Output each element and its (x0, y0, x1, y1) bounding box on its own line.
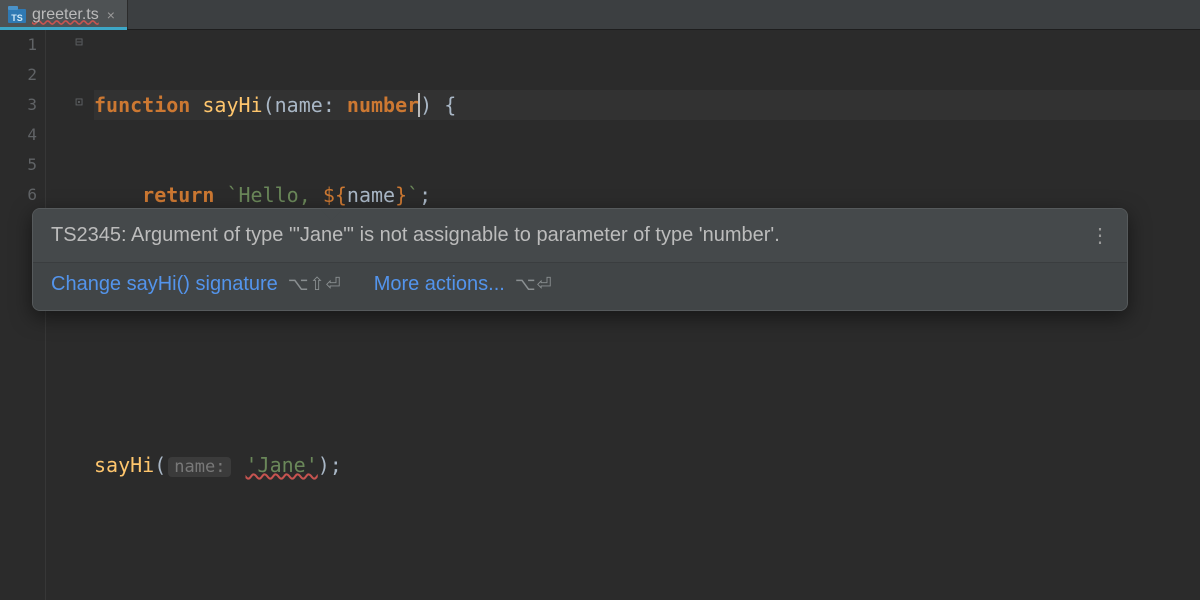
code-area[interactable]: function sayHi(name: number) { return `H… (94, 30, 1200, 600)
tab-bar: TS greeter.ts × (0, 0, 1200, 30)
keyboard-shortcut: ⌥⏎ (515, 274, 553, 295)
code-line: function sayHi(name: number) { (94, 90, 1200, 120)
error-message: TS2345: Argument of type '"Jane"' is not… (51, 224, 1084, 247)
tooltip-actions: Change sayHi() signature ⌥⇧⏎ More action… (33, 263, 1127, 310)
svg-text:TS: TS (11, 13, 23, 23)
change-signature-action[interactable]: Change sayHi() signature ⌥⇧⏎ (51, 273, 342, 296)
more-actions-action[interactable]: More actions... ⌥⏎ (374, 273, 553, 296)
action-label: Change sayHi() signature (51, 273, 278, 296)
more-options-icon[interactable]: ⋮ (1084, 223, 1115, 248)
code-editor[interactable]: 1 2 3 4 5 6 ⊟ ⊡ function sayHi(name: num… (0, 30, 1200, 600)
code-line (94, 540, 1200, 570)
file-tab-greeter[interactable]: TS greeter.ts × (0, 0, 128, 29)
tooltip-header: TS2345: Argument of type '"Jane"' is not… (33, 209, 1127, 263)
action-label: More actions... (374, 273, 505, 296)
keyboard-shortcut: ⌥⇧⏎ (288, 274, 342, 295)
error-tooltip: TS2345: Argument of type '"Jane"' is not… (32, 208, 1128, 311)
line-number: 1 (0, 30, 37, 60)
inlay-hint: name: (168, 457, 231, 477)
close-tab-icon[interactable]: × (105, 7, 117, 23)
typescript-file-icon: TS (8, 6, 26, 24)
code-line: return `Hello, ${name}`; (94, 180, 1200, 210)
line-number: 6 (0, 180, 37, 210)
code-line: sayHi(name: 'Jane'); (94, 450, 1200, 480)
line-number: 3 (0, 90, 37, 120)
fold-column: ⊟ ⊡ (46, 30, 94, 600)
code-line (94, 360, 1200, 390)
line-number: 2 (0, 60, 37, 90)
line-number: 5 (0, 150, 37, 180)
fold-open-icon[interactable]: ⊟ (72, 36, 86, 50)
error-squiggle: 'Jane' (246, 453, 318, 477)
line-number: 4 (0, 120, 37, 150)
fold-close-icon[interactable]: ⊡ (72, 96, 86, 110)
tab-filename: greeter.ts (32, 6, 99, 24)
line-number-gutter: 1 2 3 4 5 6 (0, 30, 46, 600)
